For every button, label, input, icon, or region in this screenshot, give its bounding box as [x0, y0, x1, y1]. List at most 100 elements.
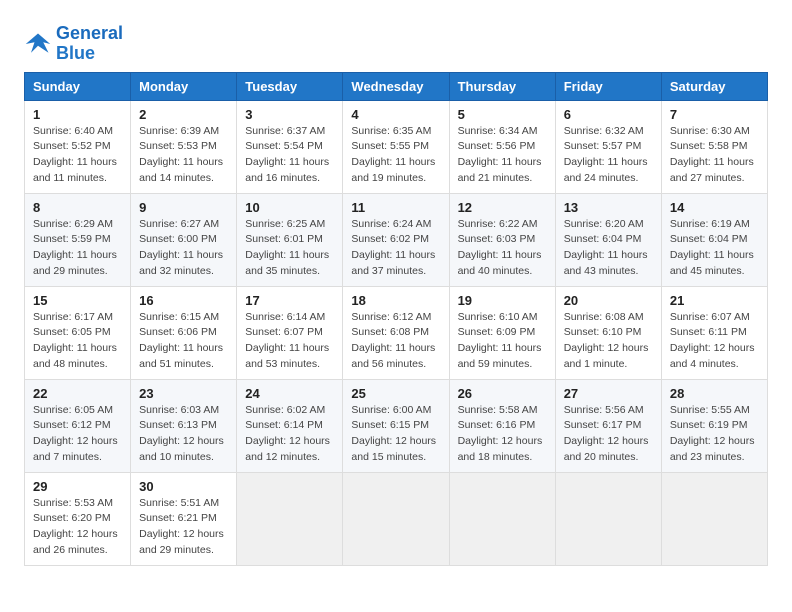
day-number: 5	[458, 107, 547, 122]
day-detail: Sunrise: 6:29 AMSunset: 5:59 PMDaylight:…	[33, 218, 117, 277]
calendar-day-cell: 28 Sunrise: 5:55 AMSunset: 6:19 PMDaylig…	[661, 379, 767, 472]
weekday-header: Wednesday	[343, 72, 449, 100]
calendar-day-cell: 7 Sunrise: 6:30 AMSunset: 5:58 PMDayligh…	[661, 100, 767, 193]
logo: General Blue	[24, 24, 123, 64]
calendar-day-cell: 4 Sunrise: 6:35 AMSunset: 5:55 PMDayligh…	[343, 100, 449, 193]
calendar-day-cell: 23 Sunrise: 6:03 AMSunset: 6:13 PMDaylig…	[131, 379, 237, 472]
calendar-day-cell: 11 Sunrise: 6:24 AMSunset: 6:02 PMDaylig…	[343, 193, 449, 286]
day-detail: Sunrise: 6:20 AMSunset: 6:04 PMDaylight:…	[564, 218, 648, 277]
day-detail: Sunrise: 5:55 AMSunset: 6:19 PMDaylight:…	[670, 404, 755, 463]
calendar-day-cell: 8 Sunrise: 6:29 AMSunset: 5:59 PMDayligh…	[25, 193, 131, 286]
day-detail: Sunrise: 6:03 AMSunset: 6:13 PMDaylight:…	[139, 404, 224, 463]
day-number: 7	[670, 107, 759, 122]
weekday-header: Sunday	[25, 72, 131, 100]
calendar-day-cell: 25 Sunrise: 6:00 AMSunset: 6:15 PMDaylig…	[343, 379, 449, 472]
day-detail: Sunrise: 6:30 AMSunset: 5:58 PMDaylight:…	[670, 125, 754, 184]
day-detail: Sunrise: 6:22 AMSunset: 6:03 PMDaylight:…	[458, 218, 542, 277]
day-number: 20	[564, 293, 653, 308]
weekday-header: Friday	[555, 72, 661, 100]
calendar-week-row: 1 Sunrise: 6:40 AMSunset: 5:52 PMDayligh…	[25, 100, 768, 193]
day-detail: Sunrise: 6:19 AMSunset: 6:04 PMDaylight:…	[670, 218, 754, 277]
day-number: 23	[139, 386, 228, 401]
calendar-day-cell: 2 Sunrise: 6:39 AMSunset: 5:53 PMDayligh…	[131, 100, 237, 193]
day-number: 16	[139, 293, 228, 308]
day-detail: Sunrise: 5:58 AMSunset: 6:16 PMDaylight:…	[458, 404, 543, 463]
calendar-week-row: 8 Sunrise: 6:29 AMSunset: 5:59 PMDayligh…	[25, 193, 768, 286]
day-number: 6	[564, 107, 653, 122]
calendar-day-cell: 20 Sunrise: 6:08 AMSunset: 6:10 PMDaylig…	[555, 286, 661, 379]
day-number: 22	[33, 386, 122, 401]
page-header: General Blue	[24, 20, 768, 64]
weekday-header: Saturday	[661, 72, 767, 100]
day-detail: Sunrise: 6:12 AMSunset: 6:08 PMDaylight:…	[351, 311, 435, 370]
weekday-header: Thursday	[449, 72, 555, 100]
day-detail: Sunrise: 6:02 AMSunset: 6:14 PMDaylight:…	[245, 404, 330, 463]
day-detail: Sunrise: 5:56 AMSunset: 6:17 PMDaylight:…	[564, 404, 649, 463]
day-number: 28	[670, 386, 759, 401]
day-detail: Sunrise: 6:40 AMSunset: 5:52 PMDaylight:…	[33, 125, 117, 184]
calendar-day-cell: 22 Sunrise: 6:05 AMSunset: 6:12 PMDaylig…	[25, 379, 131, 472]
day-detail: Sunrise: 6:25 AMSunset: 6:01 PMDaylight:…	[245, 218, 329, 277]
day-number: 9	[139, 200, 228, 215]
empty-cell	[661, 472, 767, 565]
empty-cell	[343, 472, 449, 565]
day-number: 19	[458, 293, 547, 308]
day-number: 24	[245, 386, 334, 401]
day-detail: Sunrise: 6:32 AMSunset: 5:57 PMDaylight:…	[564, 125, 648, 184]
day-detail: Sunrise: 6:34 AMSunset: 5:56 PMDaylight:…	[458, 125, 542, 184]
logo-text: General Blue	[56, 24, 123, 64]
day-detail: Sunrise: 6:35 AMSunset: 5:55 PMDaylight:…	[351, 125, 435, 184]
calendar-day-cell: 5 Sunrise: 6:34 AMSunset: 5:56 PMDayligh…	[449, 100, 555, 193]
calendar-day-cell: 9 Sunrise: 6:27 AMSunset: 6:00 PMDayligh…	[131, 193, 237, 286]
calendar-day-cell: 19 Sunrise: 6:10 AMSunset: 6:09 PMDaylig…	[449, 286, 555, 379]
calendar-day-cell: 24 Sunrise: 6:02 AMSunset: 6:14 PMDaylig…	[237, 379, 343, 472]
day-number: 3	[245, 107, 334, 122]
day-number: 14	[670, 200, 759, 215]
day-number: 8	[33, 200, 122, 215]
day-number: 30	[139, 479, 228, 494]
day-number: 11	[351, 200, 440, 215]
day-detail: Sunrise: 6:10 AMSunset: 6:09 PMDaylight:…	[458, 311, 542, 370]
day-detail: Sunrise: 5:53 AMSunset: 6:20 PMDaylight:…	[33, 497, 118, 556]
calendar-header-row: SundayMondayTuesdayWednesdayThursdayFrid…	[25, 72, 768, 100]
day-number: 1	[33, 107, 122, 122]
day-detail: Sunrise: 5:51 AMSunset: 6:21 PMDaylight:…	[139, 497, 224, 556]
calendar-week-row: 29 Sunrise: 5:53 AMSunset: 6:20 PMDaylig…	[25, 472, 768, 565]
day-detail: Sunrise: 6:00 AMSunset: 6:15 PMDaylight:…	[351, 404, 436, 463]
day-detail: Sunrise: 6:15 AMSunset: 6:06 PMDaylight:…	[139, 311, 223, 370]
calendar-day-cell: 29 Sunrise: 5:53 AMSunset: 6:20 PMDaylig…	[25, 472, 131, 565]
calendar-day-cell: 12 Sunrise: 6:22 AMSunset: 6:03 PMDaylig…	[449, 193, 555, 286]
day-detail: Sunrise: 6:14 AMSunset: 6:07 PMDaylight:…	[245, 311, 329, 370]
calendar-day-cell: 16 Sunrise: 6:15 AMSunset: 6:06 PMDaylig…	[131, 286, 237, 379]
empty-cell	[555, 472, 661, 565]
day-number: 18	[351, 293, 440, 308]
day-number: 26	[458, 386, 547, 401]
empty-cell	[449, 472, 555, 565]
day-detail: Sunrise: 6:39 AMSunset: 5:53 PMDaylight:…	[139, 125, 223, 184]
day-detail: Sunrise: 6:07 AMSunset: 6:11 PMDaylight:…	[670, 311, 755, 370]
day-number: 15	[33, 293, 122, 308]
weekday-header: Tuesday	[237, 72, 343, 100]
logo-icon	[24, 30, 52, 58]
calendar-day-cell: 18 Sunrise: 6:12 AMSunset: 6:08 PMDaylig…	[343, 286, 449, 379]
day-detail: Sunrise: 6:05 AMSunset: 6:12 PMDaylight:…	[33, 404, 118, 463]
day-detail: Sunrise: 6:27 AMSunset: 6:00 PMDaylight:…	[139, 218, 223, 277]
day-number: 13	[564, 200, 653, 215]
day-number: 27	[564, 386, 653, 401]
calendar-day-cell: 3 Sunrise: 6:37 AMSunset: 5:54 PMDayligh…	[237, 100, 343, 193]
calendar-table: SundayMondayTuesdayWednesdayThursdayFrid…	[24, 72, 768, 566]
day-number: 29	[33, 479, 122, 494]
calendar-day-cell: 15 Sunrise: 6:17 AMSunset: 6:05 PMDaylig…	[25, 286, 131, 379]
day-number: 21	[670, 293, 759, 308]
calendar-day-cell: 30 Sunrise: 5:51 AMSunset: 6:21 PMDaylig…	[131, 472, 237, 565]
day-detail: Sunrise: 6:17 AMSunset: 6:05 PMDaylight:…	[33, 311, 117, 370]
day-number: 12	[458, 200, 547, 215]
empty-cell	[237, 472, 343, 565]
day-number: 17	[245, 293, 334, 308]
day-detail: Sunrise: 6:37 AMSunset: 5:54 PMDaylight:…	[245, 125, 329, 184]
calendar-day-cell: 13 Sunrise: 6:20 AMSunset: 6:04 PMDaylig…	[555, 193, 661, 286]
day-number: 25	[351, 386, 440, 401]
weekday-header: Monday	[131, 72, 237, 100]
calendar-day-cell: 21 Sunrise: 6:07 AMSunset: 6:11 PMDaylig…	[661, 286, 767, 379]
calendar-day-cell: 17 Sunrise: 6:14 AMSunset: 6:07 PMDaylig…	[237, 286, 343, 379]
